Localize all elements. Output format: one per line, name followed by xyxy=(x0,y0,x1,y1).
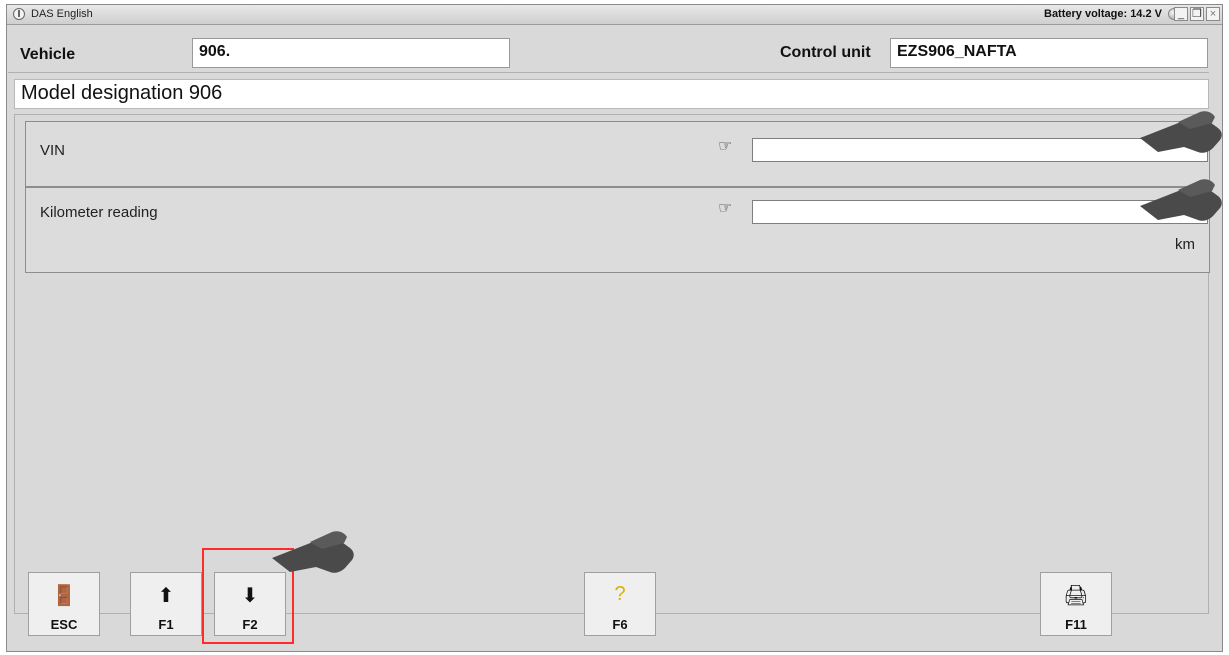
control-unit-field[interactable]: EZS906_NAFTA xyxy=(890,38,1208,68)
window-title: DAS English xyxy=(31,8,93,20)
vin-row: VIN ☞ xyxy=(25,121,1210,187)
model-designation: Model designation 906 xyxy=(14,79,1209,109)
kilometer-unit: km xyxy=(1175,236,1195,253)
pointing-hand-icon: ☞ xyxy=(718,200,733,217)
f1-button[interactable]: ⬆ F1 xyxy=(130,572,202,636)
f11-label: F11 xyxy=(1065,617,1087,632)
restore-button[interactable]: ❐ xyxy=(1190,7,1204,21)
pointer-hand-icon xyxy=(272,531,354,573)
minimize-button[interactable]: _ xyxy=(1174,7,1188,21)
kilometer-row: Kilometer reading ☞ km xyxy=(25,187,1210,273)
f6-button[interactable]: ? F6 xyxy=(584,572,656,636)
esc-button[interactable]: 🚪 ESC xyxy=(28,572,100,636)
pointer-hand-icon xyxy=(1140,179,1222,221)
battery-voltage: Battery voltage: 14.2 V xyxy=(1044,8,1162,20)
close-button[interactable]: × xyxy=(1206,7,1220,21)
app-icon xyxy=(13,8,25,20)
f6-label: F6 xyxy=(612,617,628,632)
function-toolbar: 🚪 ESC ⬆ F1 ⬇ F2 ? F6 🖨 F11 xyxy=(8,568,1209,646)
f11-button[interactable]: 🖨 F11 xyxy=(1040,572,1112,636)
f1-label: F1 xyxy=(158,617,174,632)
pointing-hand-icon: ☞ xyxy=(718,138,733,155)
vin-label: VIN xyxy=(40,142,66,159)
kilometer-label: Kilometer reading xyxy=(40,204,158,221)
arrow-down-icon: ⬇ xyxy=(241,585,259,607)
input-panel: VIN ☞ Kilometer reading ☞ km xyxy=(14,114,1210,614)
arrow-up-icon: ⬆ xyxy=(157,585,175,607)
f2-button[interactable]: ⬇ F2 xyxy=(214,572,286,636)
vehicle-field[interactable]: 906. xyxy=(192,38,510,68)
printer-icon: 🖨 xyxy=(1063,585,1089,607)
control-unit-label: Control unit xyxy=(780,44,871,61)
f2-label: F2 xyxy=(242,617,258,632)
vehicle-label: Vehicle xyxy=(20,46,76,63)
vehicle-header: Vehicle 906. Control unit EZS906_NAFTA xyxy=(8,34,1209,73)
esc-label: ESC xyxy=(50,617,78,632)
pointer-hand-icon xyxy=(1140,111,1222,153)
help-icon: ? xyxy=(614,583,626,605)
titlebar: DAS English Battery voltage: 14.2 V _ ❐ … xyxy=(7,5,1222,25)
exit-door-icon: 🚪 xyxy=(51,585,77,607)
